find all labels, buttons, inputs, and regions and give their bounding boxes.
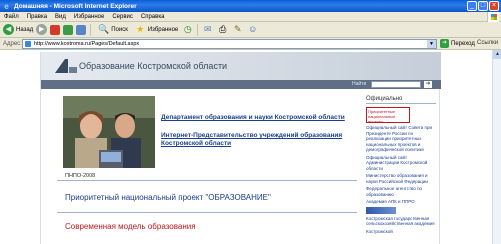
window-title-bar: e Домашняя - Microsoft Internet Explorer… [0,0,501,12]
window-controls: _ □ × [467,1,499,11]
site-search-input[interactable] [371,81,421,88]
students-photo [63,96,155,168]
pnpo-caption: ПНПО-2008 [65,173,96,179]
address-bar: Адрес: http://www.kostroma.ru/Pages/Defa… [0,38,501,50]
favorites-button[interactable]: ★ Избранное [131,24,178,35]
site-logo-icon [55,59,77,73]
portal-link[interactable]: Интернет-Представительство учреждений об… [161,132,361,148]
sidebar-link[interactable]: Официальный сайт Совета при Президенте Р… [366,125,436,153]
menu-bar: Файл Правка Вид Избранное Сервис Справка [0,12,501,22]
vertical-scrollbar[interactable]: ▲ [492,50,501,244]
go-arrow-icon: ➜ [440,39,449,48]
go-button[interactable]: ➜ Переход [440,39,475,48]
toolbar-separator [197,23,199,36]
sidebar-link[interactable]: Костромская государственная сельскохозяй… [366,216,436,227]
print-icon[interactable]: ⎙ [217,24,228,35]
scroll-up-icon[interactable]: ▲ [493,50,501,59]
ministry-link[interactable]: Департамент образования и науки Костромс… [161,114,345,121]
model-heading[interactable]: Современная модель образования [65,222,196,231]
back-button[interactable]: ◀ Назад [3,24,33,35]
address-input[interactable]: http://www.kostroma.ru/Pages/Default.asp… [22,39,437,49]
close-button[interactable]: × [489,1,499,11]
back-label: Назад [16,26,34,33]
history-icon[interactable]: ◷ [182,24,193,35]
forward-arrow-icon: ▶ [36,24,48,35]
sidebar-link[interactable]: Министерство образования и науки Российс… [366,173,436,184]
site-search-label: Найти [352,81,367,87]
favorites-star-icon: ★ [136,24,145,34]
national-projects-banner[interactable]: Приоритетные национальные проекты [366,107,410,123]
go-label: Переход [451,40,475,47]
sidebar-link[interactable]: Федеральное агентство по образованию [366,186,436,197]
search-label: Поиск [111,26,128,33]
sidebar-heading: Официально [366,96,436,104]
divider [57,180,357,181]
windows-flag-icon [491,14,497,20]
browser-viewport: Образование Костромской области Найти ➜ … [0,50,501,244]
forward-button[interactable]: ▶ [36,24,48,35]
site-header: Образование Костромской области [41,52,441,80]
mail-icon[interactable]: ✉ [202,24,213,35]
links-button[interactable]: Ссылки [477,40,498,46]
sidebar-official: Официально Приоритетные национальные про… [366,96,436,234]
menu-edit[interactable]: Правка [23,14,51,20]
back-arrow-icon: ◀ [3,24,14,35]
site-search-go-icon[interactable]: ➜ [424,81,432,88]
sidebar-link[interactable]: Официальный сайт Администрации Костромск… [366,155,436,172]
sidebar-link[interactable]: Костромской [366,229,436,235]
menu-view[interactable]: Вид [51,14,70,20]
project-heading[interactable]: Приоритетный национальный проект "ОБРАЗО… [65,193,271,202]
address-label: Адрес: [3,40,22,47]
minimize-button[interactable]: _ [467,1,477,11]
ie-logo-icon: e [4,1,9,11]
window-title: Домашняя - Microsoft Internet Explorer [14,2,137,10]
menu-tools[interactable]: Сервис [108,14,137,20]
toolbar-separator [90,23,92,36]
site-title: Образование Костромской области [79,61,228,71]
windows-logo [487,12,499,22]
refresh-icon[interactable] [63,24,74,35]
edit-icon[interactable]: ✎ [232,24,243,35]
menu-favorites[interactable]: Избранное [70,14,108,20]
sidebar-link[interactable]: Академия АПК и ППРО [366,199,436,205]
maximize-button[interactable]: □ [478,1,488,11]
menu-help[interactable]: Справка [137,14,169,20]
divider [57,212,357,213]
search-button[interactable]: 🔍 Поиск [94,24,128,35]
address-url[interactable]: http://www.kostroma.ru/Pages/Default.asp… [34,41,139,47]
chevron-down-icon[interactable]: ▼ [427,40,436,48]
site-search-bar: Найти ➜ [41,80,441,89]
menu-file[interactable]: Файл [0,14,23,20]
stop-icon[interactable] [50,24,61,35]
messenger-icon[interactable]: ☺ [247,24,258,35]
page-icon [25,41,31,47]
academy-emblem[interactable] [366,206,396,214]
toolbar: ◀ Назад ▶ 🔍 Поиск ★ Избранное ◷ ✉ ⎙ ✎ ☺ [0,22,501,38]
home-icon[interactable] [76,24,87,35]
search-icon: 🔍 [98,24,110,34]
web-page: Образование Костромской области Найти ➜ … [40,52,441,244]
favorites-label: Избранное [147,26,179,33]
